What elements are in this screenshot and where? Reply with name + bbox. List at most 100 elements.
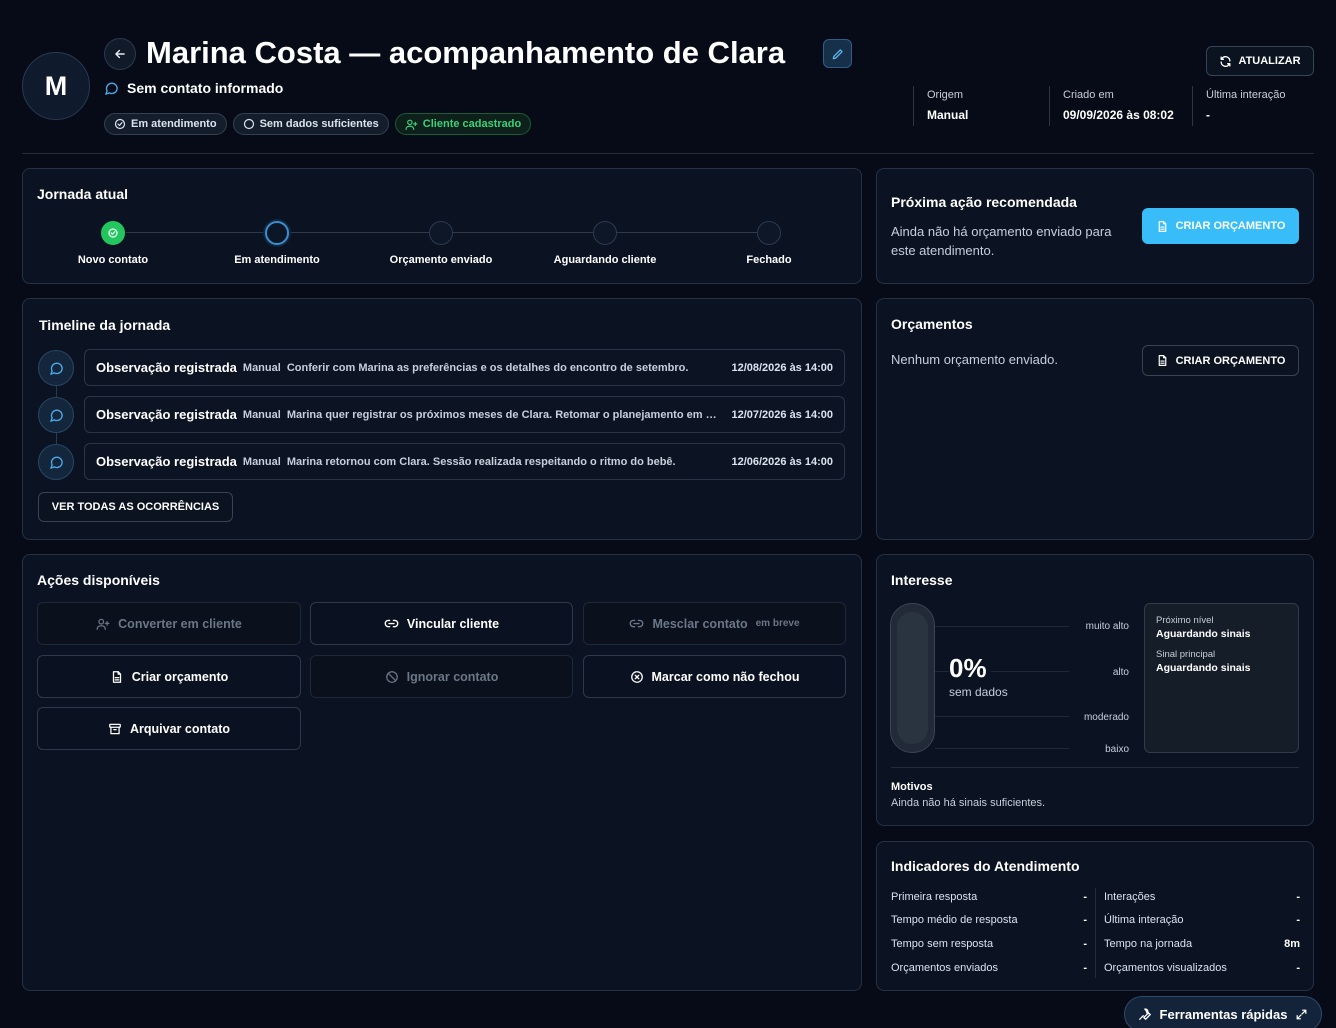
indicator-value: - xyxy=(1083,938,1087,950)
interest-divider xyxy=(891,767,1299,768)
indicator-row: Primeira resposta - xyxy=(891,891,1087,903)
timeline-item-icon xyxy=(38,397,74,433)
meta-last-interaction: Última interação - xyxy=(1192,86,1314,126)
main-signal-value: Aguardando sinais xyxy=(1156,662,1251,674)
chat-bubble-icon xyxy=(49,362,63,375)
quotes-empty-text: Nenhum orçamento enviado. xyxy=(891,352,1058,367)
timeline-item-source: Manual xyxy=(242,455,281,468)
reasons-text: Ainda não há sinais suficientes. xyxy=(891,797,1046,809)
step-dot-fechado xyxy=(757,221,781,245)
indicators-title: Indicadores do Atendimento xyxy=(891,858,1080,874)
indicator-value: - xyxy=(1296,914,1300,926)
meta-label: Última interação xyxy=(1206,89,1286,101)
timeline-item[interactable]: Observação registrada Manual Marina quer… xyxy=(84,396,845,433)
check-circle-icon xyxy=(114,118,126,130)
status-badge-sem-dados: Sem dados suficientes xyxy=(232,113,389,135)
link-icon xyxy=(630,619,644,628)
quick-tools-button[interactable]: Ferramentas rápidas xyxy=(1124,996,1322,1028)
indicator-row: Última interação - xyxy=(1104,914,1300,926)
interest-info-box: Próximo nível Aguardando sinais Sinal pr… xyxy=(1144,603,1299,753)
timeline-item-desc: Marina quer registrar os próximos meses … xyxy=(286,408,722,421)
next-level-label: Próximo nível xyxy=(1156,615,1214,626)
indicator-label: Tempo sem resposta xyxy=(891,938,994,950)
indicator-value: - xyxy=(1083,891,1087,903)
interest-title: Interesse xyxy=(891,572,953,588)
meta-created: Criado em 09/09/2026 às 08:02 xyxy=(1049,86,1189,126)
indicator-row: Tempo na jornada 8m xyxy=(1104,938,1300,950)
page-title: Marina Costa — acompanhamento de Clara xyxy=(146,35,786,70)
archive-icon xyxy=(109,723,121,734)
refresh-icon xyxy=(1220,55,1231,67)
timeline-item-title: Observação registrada xyxy=(96,454,237,469)
indicator-value: - xyxy=(1296,891,1300,903)
timeline-item-desc: Conferir com Marina as preferências e os… xyxy=(286,361,689,374)
chat-bubble-icon xyxy=(105,82,118,95)
button-label: Criar orçamento xyxy=(131,669,229,684)
create-quote-action-button[interactable]: Criar orçamento xyxy=(37,655,301,698)
level-label-baixo: baixo xyxy=(1069,744,1129,755)
indicator-row: Tempo sem resposta - xyxy=(891,938,1087,950)
document-icon xyxy=(112,670,121,683)
timeline-item-date: 12/07/2026 às 14:00 xyxy=(731,408,833,421)
timeline-item-title: Observação registrada xyxy=(96,360,237,375)
mark-not-closed-button[interactable]: Marcar como não fechou xyxy=(583,655,846,698)
next-level-value: Aguardando sinais xyxy=(1156,628,1251,640)
meta-value: Manual xyxy=(927,108,969,122)
chip-label: Sem dados suficientes xyxy=(259,118,379,130)
create-quote-button[interactable]: CRIAR ORÇAMENTO xyxy=(1142,345,1299,376)
ignore-contact-button[interactable]: Ignorar contato xyxy=(310,655,573,698)
archive-contact-button[interactable]: Arquivar contato xyxy=(37,707,301,750)
timeline-item-title: Observação registrada xyxy=(96,407,237,422)
timeline-item-source: Manual xyxy=(242,408,281,421)
see-all-button[interactable]: VER TODAS AS OCORRÊNCIAS xyxy=(38,492,233,522)
timeline-item[interactable]: Observação registrada Manual Marina reto… xyxy=(84,443,845,480)
merge-contact-button[interactable]: Mesclar contato em breve xyxy=(583,602,846,645)
update-label: ATUALIZAR xyxy=(1238,55,1301,67)
meta-value: - xyxy=(1206,108,1210,122)
chat-bubble-icon xyxy=(49,409,63,422)
link-client-button[interactable]: Vincular cliente xyxy=(310,602,573,645)
x-circle-icon xyxy=(630,670,643,683)
timeline-item-source: Manual xyxy=(242,361,281,374)
meta-value: 09/09/2026 às 08:02 xyxy=(1063,108,1174,122)
user-plus-icon xyxy=(96,618,110,630)
button-label: Converter em cliente xyxy=(118,616,242,631)
indicator-label: Primeira resposta xyxy=(891,891,978,903)
convert-to-client-button[interactable]: Converter em cliente xyxy=(37,602,301,645)
indicator-label: Última interação xyxy=(1104,914,1184,926)
back-button[interactable] xyxy=(104,38,136,70)
indicator-value: - xyxy=(1083,914,1087,926)
contact-info: Sem contato informado xyxy=(104,80,283,96)
coming-soon-tag: em breve xyxy=(755,618,800,629)
quick-tools-label: Ferramentas rápidas xyxy=(1159,1006,1288,1022)
link-icon xyxy=(384,619,399,628)
step-label: Em atendimento xyxy=(234,254,320,266)
button-label: VER TODAS AS OCORRÊNCIAS xyxy=(51,501,220,513)
indicator-row: Interações - xyxy=(1104,891,1300,903)
avatar-initial: M xyxy=(44,70,68,101)
header-divider xyxy=(22,153,1314,154)
timeline-item[interactable]: Observação registrada Manual Conferir co… xyxy=(84,349,845,386)
timeline-title: Timeline da jornada xyxy=(39,317,171,333)
update-button[interactable]: ATUALIZAR xyxy=(1206,46,1314,76)
step-label: Orçamento enviado xyxy=(389,254,493,266)
button-label: Arquivar contato xyxy=(129,721,230,736)
timeline-item-icon xyxy=(38,444,74,480)
indicator-label: Interações xyxy=(1104,891,1156,903)
create-quote-primary-button[interactable]: CRIAR ORÇAMENTO xyxy=(1142,208,1299,244)
step-label: Fechado xyxy=(746,254,792,266)
indicator-label: Tempo na jornada xyxy=(1104,938,1193,950)
indicator-value: - xyxy=(1083,962,1087,974)
next-action-text: Ainda não há orçamento enviado para este… xyxy=(891,224,1112,258)
wrench-icon xyxy=(1138,1008,1151,1020)
meta-label: Origem xyxy=(927,89,964,101)
indicator-row: Orçamentos visualizados - xyxy=(1104,962,1300,974)
button-label: Vincular cliente xyxy=(406,616,500,631)
avatar: M xyxy=(22,52,90,120)
indicator-row: Orçamentos enviados - xyxy=(891,962,1087,974)
edit-title-button[interactable] xyxy=(823,39,852,68)
chip-label: Em atendimento xyxy=(131,118,217,130)
meta-label: Criado em xyxy=(1063,89,1114,101)
indicator-label: Tempo médio de resposta xyxy=(891,914,1018,926)
timeline-item-date: 12/08/2026 às 14:00 xyxy=(731,361,833,374)
